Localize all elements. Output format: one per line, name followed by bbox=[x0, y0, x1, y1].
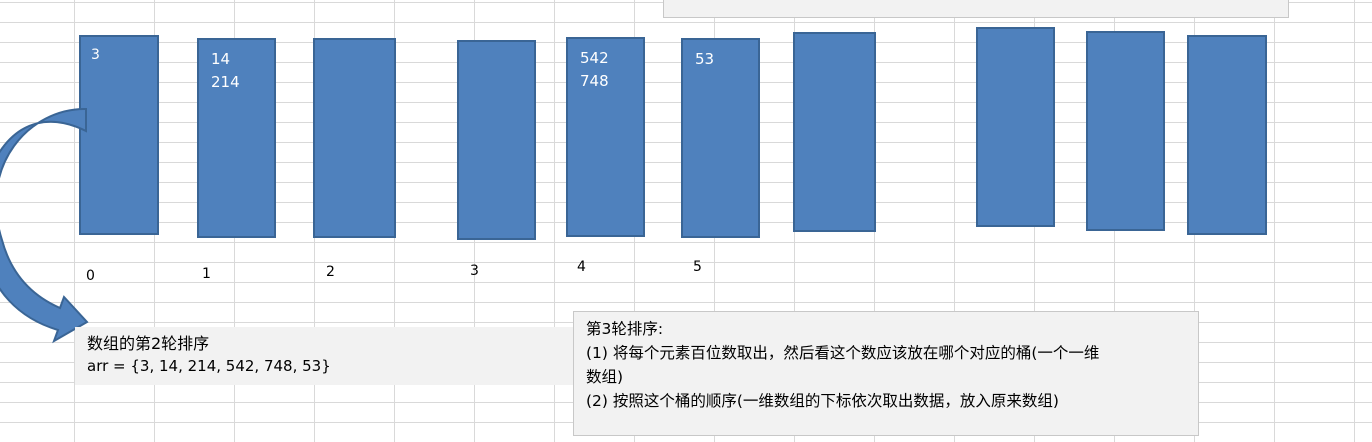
round3-note: 第3轮排序: (1) 将每个元素百位数取出，然后看这个数应该放在哪个对应的桶(一… bbox=[573, 311, 1199, 436]
round3-step1: (1) 将每个元素百位数取出，然后看这个数应该放在哪个对应的桶(一个一维 bbox=[586, 344, 1100, 362]
bucket-value: 748 bbox=[580, 72, 609, 90]
round2-title: 数组的第2轮排序 bbox=[87, 334, 210, 353]
bucket-7 bbox=[976, 27, 1055, 227]
round3-step2: (2) 按照这个桶的顺序(一维数组的下标依次取出数据，放入原来数组) bbox=[586, 392, 1059, 410]
bucket-index-5: 5 bbox=[693, 259, 702, 275]
bucket-6 bbox=[793, 32, 876, 232]
round2-note: 数组的第2轮排序 arr = {3, 14, 214, 542, 748, 53… bbox=[75, 327, 575, 385]
round2-array: arr = {3, 14, 214, 542, 748, 53} bbox=[87, 357, 331, 375]
bucket-index-1: 1 bbox=[202, 266, 211, 282]
bucket-3 bbox=[457, 40, 536, 240]
bucket-index-2: 2 bbox=[326, 264, 335, 280]
bucket-value: 542 bbox=[580, 49, 609, 67]
bucket-index-3: 3 bbox=[470, 263, 479, 279]
bucket-8 bbox=[1086, 31, 1165, 231]
bucket-value: 14 bbox=[211, 50, 231, 68]
round3-heading: 第3轮排序: bbox=[586, 320, 664, 338]
bucket-4: 542 748 bbox=[566, 37, 645, 237]
bucket-5: 53 bbox=[681, 38, 760, 238]
top-text-box bbox=[663, 0, 1289, 18]
bucket-1: 14 214 bbox=[197, 38, 276, 238]
bucket-value: 53 bbox=[695, 50, 715, 68]
bucket-index-4: 4 bbox=[577, 259, 586, 275]
round3-step1-cont: 数组) bbox=[586, 368, 624, 386]
bucket-2 bbox=[313, 38, 396, 238]
bucket-9 bbox=[1187, 35, 1267, 235]
bucket-value: 214 bbox=[211, 73, 240, 91]
curved-arrow-icon bbox=[0, 107, 89, 344]
